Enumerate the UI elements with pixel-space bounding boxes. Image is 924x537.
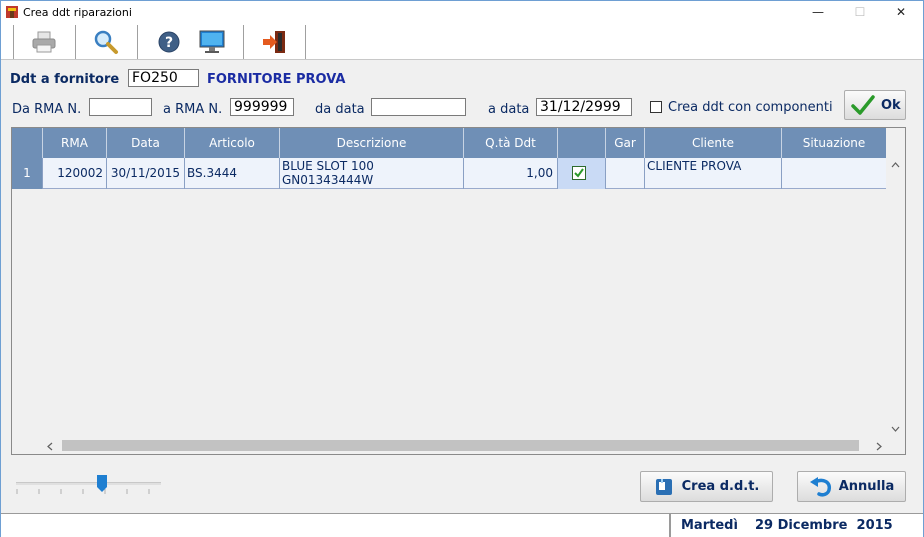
slider-thumb[interactable] bbox=[97, 475, 107, 492]
scroll-right-icon[interactable] bbox=[876, 442, 882, 451]
usb-drive-icon bbox=[655, 478, 672, 495]
rma-to-field[interactable]: 999999 bbox=[230, 98, 294, 116]
search-icon bbox=[94, 30, 118, 54]
printer-icon bbox=[32, 31, 56, 53]
undo-icon bbox=[809, 476, 831, 497]
ok-button[interactable]: Ok bbox=[844, 90, 906, 120]
help-icon: ? bbox=[158, 31, 180, 53]
cell-rma: 120002 bbox=[43, 158, 107, 189]
col-header-articolo[interactable]: Articolo bbox=[185, 128, 280, 158]
col-header-data[interactable]: Data bbox=[107, 128, 185, 158]
search-button[interactable] bbox=[86, 27, 126, 57]
cell-articolo: BS.3444 bbox=[185, 158, 280, 189]
status-message-area bbox=[1, 514, 671, 537]
slider-ticks bbox=[16, 489, 150, 494]
monitor-icon bbox=[199, 30, 225, 53]
rma-to-label: a RMA N. bbox=[163, 102, 223, 117]
row-number: 1 bbox=[12, 158, 43, 189]
components-label: Crea ddt con componenti bbox=[668, 100, 833, 115]
scroll-up-icon[interactable] bbox=[891, 162, 900, 168]
col-header-descrizione[interactable]: Descrizione bbox=[280, 128, 464, 158]
status-day: Martedì bbox=[681, 518, 738, 533]
supplier-label: Ddt a fornitore bbox=[10, 72, 120, 87]
zoom-slider[interactable] bbox=[16, 471, 161, 501]
close-button[interactable]: ✕ bbox=[879, 1, 923, 25]
cell-select bbox=[558, 158, 606, 189]
date-from-field[interactable] bbox=[371, 98, 466, 116]
status-date: 29 Dicembre 2015 bbox=[755, 518, 893, 533]
ok-label: Ok bbox=[881, 97, 901, 113]
col-header-situazione[interactable]: Situazione bbox=[782, 128, 886, 158]
cancel-button[interactable]: Annulla bbox=[797, 471, 906, 502]
select-checkbox[interactable] bbox=[572, 166, 586, 180]
exit-button[interactable] bbox=[254, 27, 294, 57]
create-ddt-label: Crea d.d.t. bbox=[681, 479, 760, 494]
table-header: RMA Data Articolo Descrizione Q.tà Ddt G… bbox=[12, 128, 886, 158]
toolbar-separator bbox=[13, 25, 14, 59]
toolbar-separator bbox=[137, 25, 138, 59]
rma-table: RMA Data Articolo Descrizione Q.tà Ddt G… bbox=[11, 127, 906, 455]
create-ddt-button[interactable]: Crea d.d.t. bbox=[640, 471, 773, 502]
minimize-button[interactable]: — bbox=[796, 1, 840, 25]
cell-cliente: CLIENTE PROVA bbox=[645, 158, 782, 189]
exit-icon bbox=[263, 31, 285, 53]
rma-from-field[interactable] bbox=[89, 98, 152, 116]
toolbar-separator bbox=[75, 25, 76, 59]
col-header-gar[interactable]: Gar bbox=[606, 128, 645, 158]
col-header-qta[interactable]: Q.tà Ddt bbox=[464, 128, 558, 158]
toolbar-separator bbox=[243, 25, 244, 59]
slider-track bbox=[16, 482, 161, 485]
toolbar: ? bbox=[1, 25, 923, 60]
cell-situazione bbox=[782, 158, 886, 189]
maximize-button[interactable]: ☐ bbox=[838, 1, 882, 25]
cell-gar bbox=[606, 158, 645, 189]
cell-descrizione: BLUE SLOT 100 GN01343444W bbox=[280, 158, 464, 189]
col-header-cliente[interactable]: Cliente bbox=[645, 128, 782, 158]
col-header-rownum bbox=[12, 128, 43, 158]
toolbar-separator bbox=[305, 25, 306, 59]
monitor-button[interactable] bbox=[192, 27, 232, 57]
descrizione-line-2: GN01343444W bbox=[282, 173, 374, 187]
scroll-down-icon[interactable] bbox=[891, 426, 900, 432]
cell-qta: 1,00 bbox=[464, 158, 558, 189]
col-header-select[interactable] bbox=[558, 128, 606, 158]
supplier-name: FORNITORE PROVA bbox=[207, 72, 346, 87]
rma-from-label: Da RMA N. bbox=[12, 102, 82, 117]
date-to-label: a data bbox=[488, 102, 530, 117]
app-icon bbox=[6, 6, 18, 18]
window-title: Crea ddt riparazioni bbox=[23, 6, 132, 19]
supplier-code-field[interactable]: FO250 bbox=[128, 69, 199, 87]
horizontal-scrollbar[interactable] bbox=[12, 437, 886, 454]
descrizione-line-1: BLUE SLOT 100 bbox=[282, 159, 374, 173]
help-button[interactable]: ? bbox=[149, 27, 189, 57]
cancel-label: Annulla bbox=[838, 479, 895, 494]
date-to-field[interactable]: 31/12/2999 bbox=[536, 98, 632, 116]
components-checkbox[interactable] bbox=[650, 101, 662, 113]
svg-text:?: ? bbox=[165, 35, 173, 51]
print-button[interactable] bbox=[24, 27, 64, 57]
vertical-scrollbar[interactable] bbox=[886, 158, 905, 438]
checkmark-icon bbox=[851, 95, 875, 115]
title-bar: Crea ddt riparazioni — ☐ ✕ bbox=[1, 1, 923, 25]
table-row[interactable]: 1 120002 30/11/2015 BS.3444 BLUE SLOT 10… bbox=[12, 158, 886, 189]
scroll-left-icon[interactable] bbox=[47, 442, 53, 451]
cell-data: 30/11/2015 bbox=[107, 158, 185, 189]
date-from-label: da data bbox=[315, 102, 365, 117]
horizontal-scroll-thumb[interactable] bbox=[62, 440, 859, 451]
status-bar: Martedì 29 Dicembre 2015 bbox=[1, 513, 923, 537]
col-header-rma[interactable]: RMA bbox=[43, 128, 107, 158]
window: Crea ddt riparazioni — ☐ ✕ ? Ddt a forni… bbox=[0, 0, 924, 537]
